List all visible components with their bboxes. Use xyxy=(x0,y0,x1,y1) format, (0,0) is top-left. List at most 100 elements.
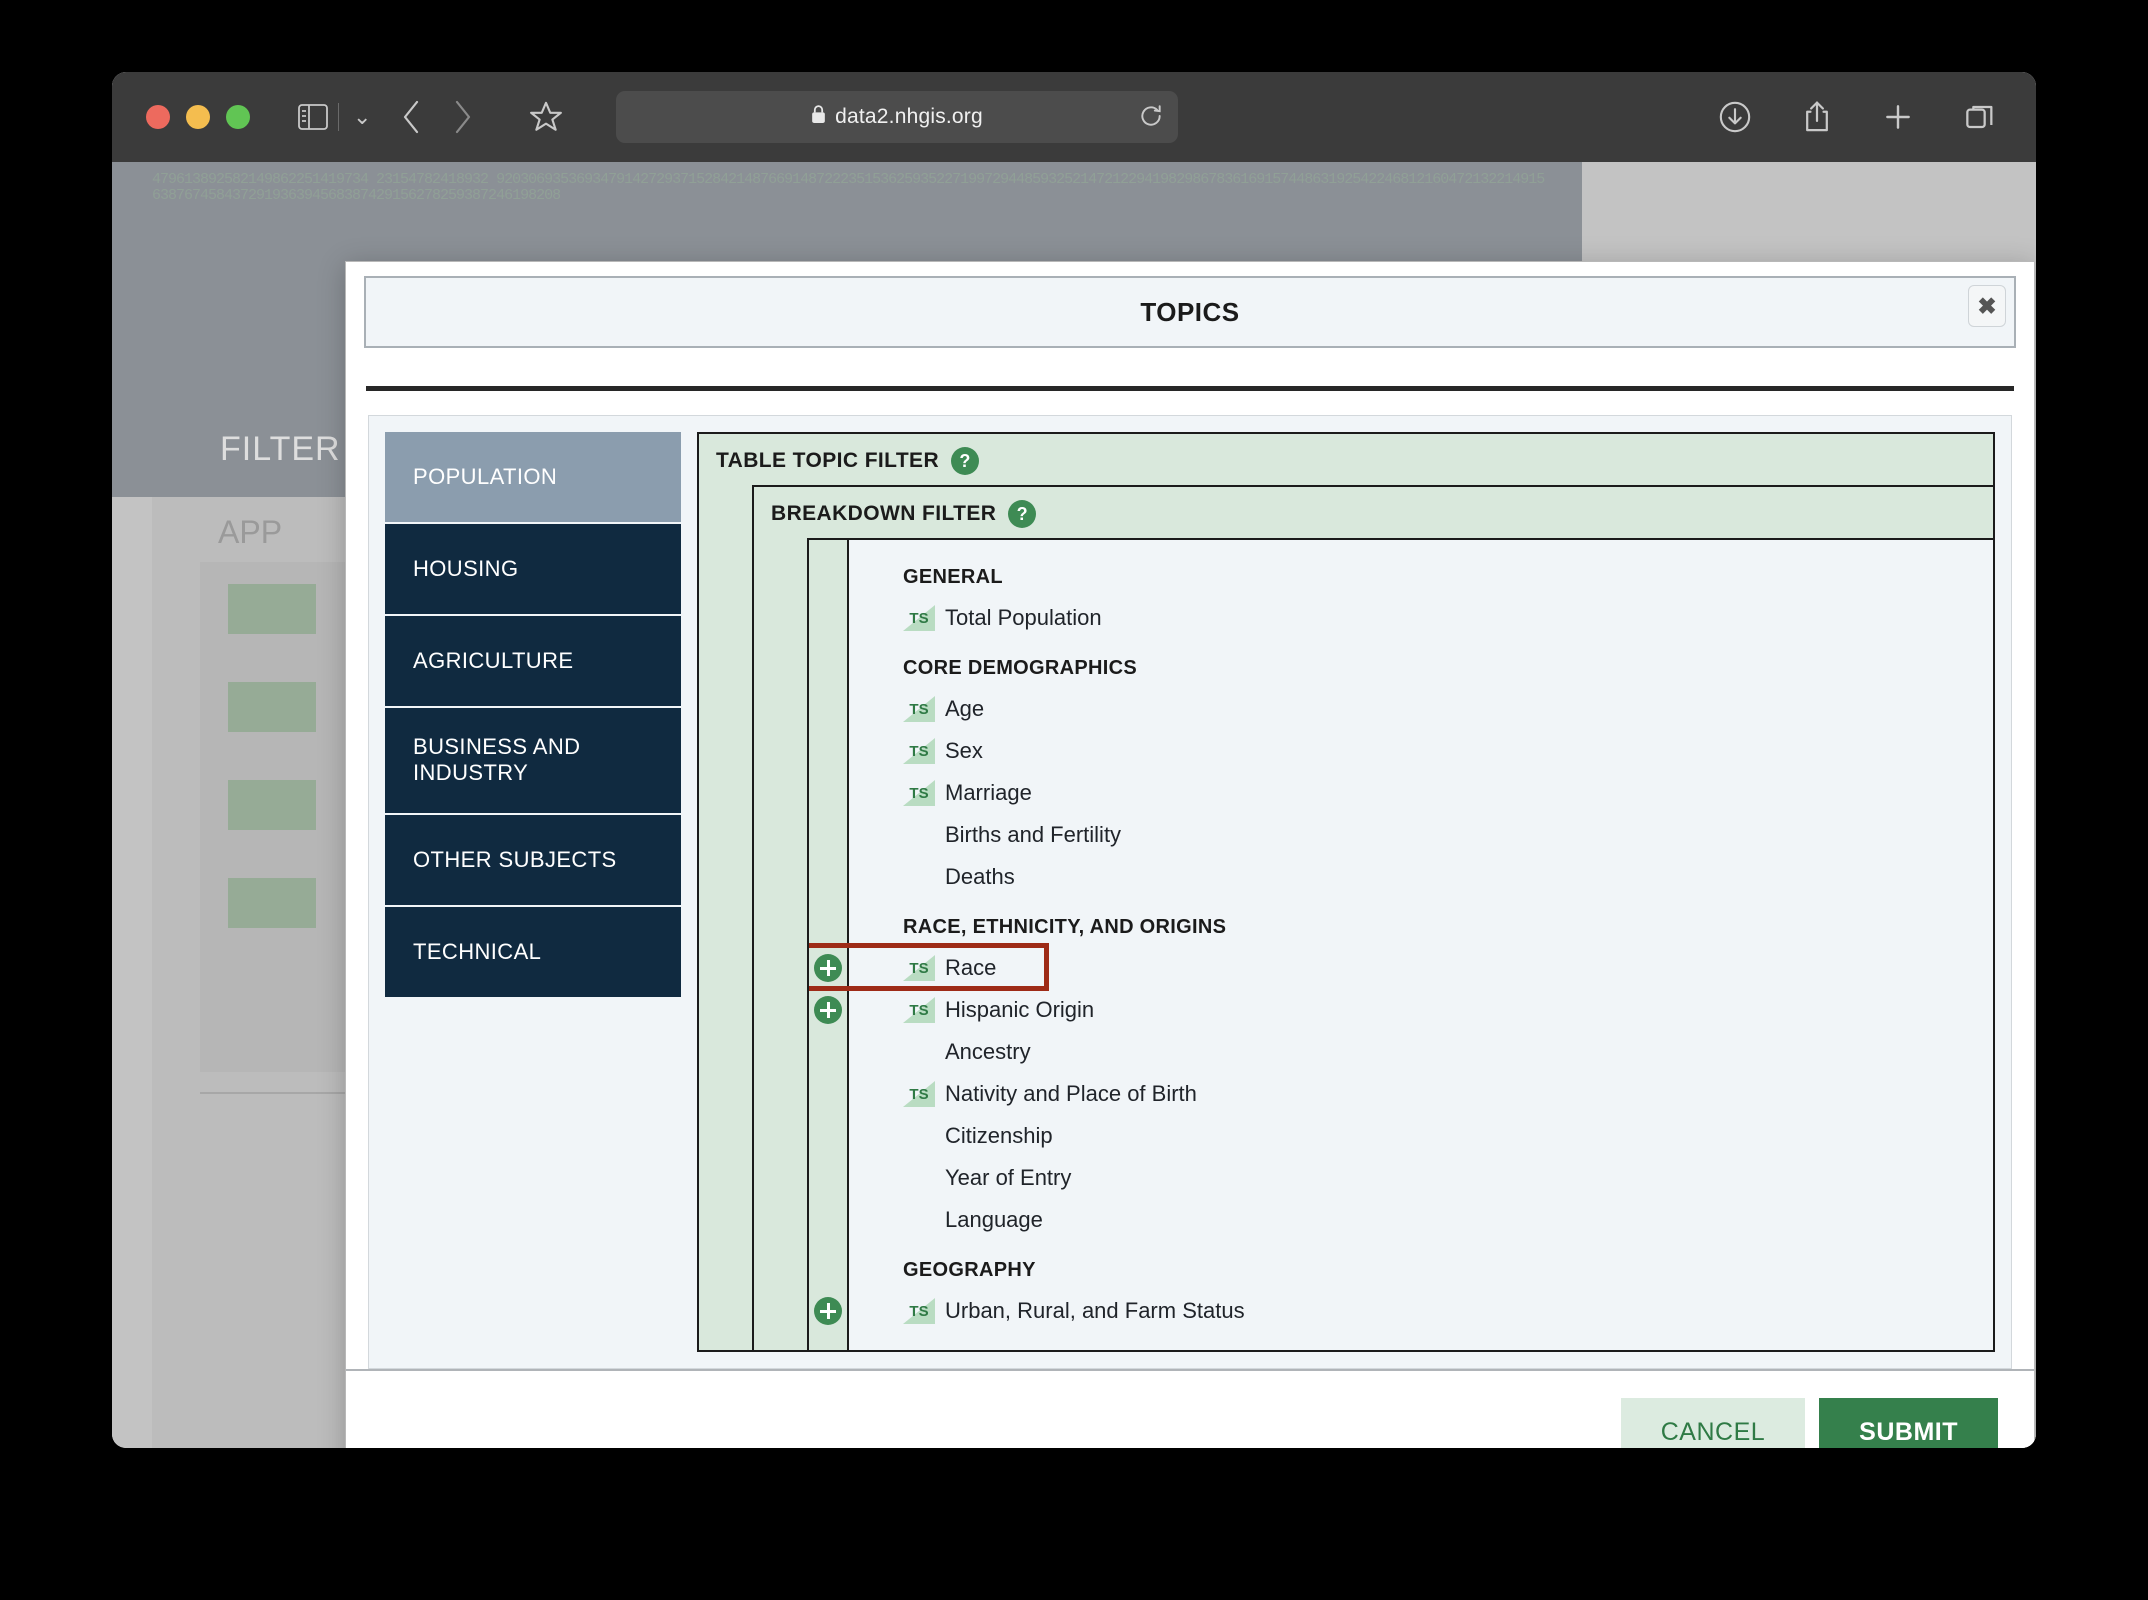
topic-row-sex[interactable]: TS Sex xyxy=(809,730,1993,772)
topic-section-heading-general: GENERAL xyxy=(903,566,1003,588)
sidebar-item-agriculture[interactable]: AGRICULTURE xyxy=(385,616,681,708)
topic-label-area: TS Marriage xyxy=(809,780,1032,806)
url-bar[interactable]: data2.nhgis.org xyxy=(616,91,1178,143)
breakdown-filter-heading: BREAKDOWN FILTER ? xyxy=(763,496,1993,538)
topic-label: Sex xyxy=(945,738,983,763)
topic-label-area: TS Urban, Rural, and Farm Status xyxy=(809,1298,1245,1324)
time-series-badge-icon: TS xyxy=(903,1081,935,1107)
topic-label: Total Population xyxy=(945,605,1102,630)
topic-section-heading-geography: GEOGRAPHY xyxy=(903,1259,1036,1281)
page-title: TOPICS xyxy=(1140,296,1240,327)
topic-row-marriage[interactable]: TS Marriage xyxy=(809,772,1993,814)
topic-label-area: TS Race xyxy=(809,955,996,981)
time-series-badge-icon: TS xyxy=(903,696,935,722)
topic-label: Year of Entry xyxy=(945,1165,1072,1190)
downloads-icon[interactable] xyxy=(1718,100,1752,134)
topic-label: Deaths xyxy=(945,864,1015,889)
cancel-button[interactable]: CANCEL xyxy=(1620,1397,1806,1448)
sidebar-item-business-and-industry[interactable]: BUSINESS AND INDUSTRY xyxy=(385,708,681,815)
topic-label: Ancestry xyxy=(945,1039,1031,1064)
topic-label-area: TS Sex xyxy=(809,738,983,764)
close-window-button[interactable] xyxy=(146,105,170,129)
topic-label: Age xyxy=(945,696,985,721)
topic-row-urban-rural-and-farm-status[interactable]: TS Urban, Rural, and Farm Status xyxy=(809,1290,1993,1332)
sidebar-item-housing[interactable]: HOUSING xyxy=(385,524,681,616)
topic-row-year-of-entry[interactable]: Year of Entry xyxy=(809,1157,1993,1199)
reload-icon[interactable] xyxy=(1138,103,1164,134)
time-series-badge-icon: TS xyxy=(903,997,935,1023)
table-topic-filter-panel: TABLE TOPIC FILTER ? BREAKDOWN FILTER ? xyxy=(697,432,1995,1352)
background-box xyxy=(228,682,316,732)
minimize-window-button[interactable] xyxy=(186,105,210,129)
share-icon[interactable] xyxy=(1802,100,1832,134)
time-series-badge-icon: TS xyxy=(903,780,935,806)
topic-row-total-population[interactable]: TS Total Population xyxy=(809,597,1993,639)
background-box xyxy=(228,878,316,928)
back-arrow-icon[interactable] xyxy=(401,100,421,134)
topic-label-area: Year of Entry xyxy=(809,1165,1071,1191)
topic-row-nativity-and-place-of-birth[interactable]: TS Nativity and Place of Birth xyxy=(809,1073,1993,1115)
topic-label-area: Deaths xyxy=(809,864,1015,890)
topic-section-heading-race-ethnicity-and-origins: RACE, ETHNICITY, AND ORIGINS xyxy=(903,916,1227,938)
topic-row-hispanic-origin[interactable]: TS Hispanic Origin xyxy=(809,989,1993,1031)
modal-header-wrap: TOPICS ✖ xyxy=(346,262,2034,348)
topic-label: Race xyxy=(945,955,997,980)
toolbar-divider xyxy=(338,103,339,131)
url-text: data2.nhgis.org xyxy=(835,105,983,128)
sidebar-item-technical[interactable]: TECHNICAL xyxy=(385,906,681,999)
topic-section-heading-core-demographics: CORE DEMOGRAPHICS xyxy=(903,657,1138,679)
topic-label: Urban, Rural, and Farm Status xyxy=(945,1298,1245,1323)
topic-row-race[interactable]: TS Race xyxy=(809,947,1993,989)
topic-label-area: Citizenship xyxy=(809,1123,1053,1149)
sidebar-item-population[interactable]: POPULATION xyxy=(385,432,681,524)
topic-label: Citizenship xyxy=(945,1123,1053,1148)
topic-row-age[interactable]: TS Age xyxy=(809,688,1993,730)
sidebar-item-label: TECHNICAL xyxy=(413,938,542,964)
background-filter-label: FILTER xyxy=(220,430,341,468)
help-icon[interactable]: ? xyxy=(1008,500,1037,528)
modal-body: POPULATION HOUSING AGRICULTURE BUSINESS … xyxy=(346,391,2034,1369)
maximize-window-button[interactable] xyxy=(226,105,250,129)
help-icon[interactable]: ? xyxy=(951,447,980,475)
chevron-down-icon[interactable]: ⌄ xyxy=(353,104,371,130)
topic-label-area: Ancestry xyxy=(809,1039,1031,1065)
topic-label-area: TS Total Population xyxy=(809,605,1102,631)
lock-icon xyxy=(811,105,826,129)
sidebar-toggle-icon[interactable] xyxy=(298,104,328,130)
time-series-badge-icon: TS xyxy=(903,605,935,631)
topic-row-ancestry[interactable]: Ancestry xyxy=(809,1031,1993,1073)
topic-label: Hispanic Origin xyxy=(945,997,1095,1022)
breakdown-filter-panel: BREAKDOWN FILTER ? GENERAL TS Total Popula… xyxy=(752,485,1993,1350)
topic-label-area: TS Hispanic Origin xyxy=(809,997,1094,1023)
background-digits-texture: 479613892582149862251419734 231547824189… xyxy=(152,171,1545,204)
breakdown-filter-label: BREAKDOWN FILTER xyxy=(771,502,997,525)
new-tab-icon[interactable] xyxy=(1882,101,1914,133)
background-box xyxy=(228,584,316,634)
time-series-badge-icon: TS xyxy=(903,738,935,764)
browser-toolbar: ⌄ data2.nhgis.org xyxy=(112,72,2036,162)
topic-label: Marriage xyxy=(945,780,1032,805)
topic-row-citizenship[interactable]: Citizenship xyxy=(809,1115,1993,1157)
sidebar-item-other-subjects[interactable]: OTHER SUBJECTS xyxy=(385,814,681,907)
browser-window: ⌄ data2.nhgis.org 4796138925821498622514… xyxy=(112,72,2036,1448)
submit-button[interactable]: SUBMIT xyxy=(1819,1397,1998,1448)
modal-footer: CANCEL SUBMIT xyxy=(346,1369,2034,1448)
toolbar-right-group xyxy=(1718,72,1996,162)
forward-arrow-icon[interactable] xyxy=(453,100,473,134)
topic-label: Nativity and Place of Birth xyxy=(945,1081,1197,1106)
topic-row-deaths[interactable]: Deaths xyxy=(809,856,1993,898)
topics-panel: POPULATION HOUSING AGRICULTURE BUSINESS … xyxy=(368,415,2012,1369)
star-icon[interactable] xyxy=(529,100,563,134)
time-series-badge-icon: TS xyxy=(903,955,935,981)
topic-row-language[interactable]: Language xyxy=(809,1199,1993,1241)
topic-label-area: Births and Fertility xyxy=(809,822,1121,848)
time-series-badge-icon: TS xyxy=(903,1298,935,1324)
sidebar-item-label: AGRICULTURE xyxy=(413,647,574,673)
tab-overview-icon[interactable] xyxy=(1964,101,1996,133)
close-icon[interactable]: ✖ xyxy=(1968,285,2006,327)
topic-label-area: TS Nativity and Place of Birth xyxy=(809,1081,1197,1107)
topic-list-wrap: GENERAL TS Total Population CORE DEMOGRAPHI… xyxy=(807,538,1993,1350)
topic-label-area: Language xyxy=(809,1207,1043,1233)
topic-row-births-and-fertility[interactable]: Births and Fertility xyxy=(809,814,1993,856)
topic-label: Language xyxy=(945,1207,1043,1232)
